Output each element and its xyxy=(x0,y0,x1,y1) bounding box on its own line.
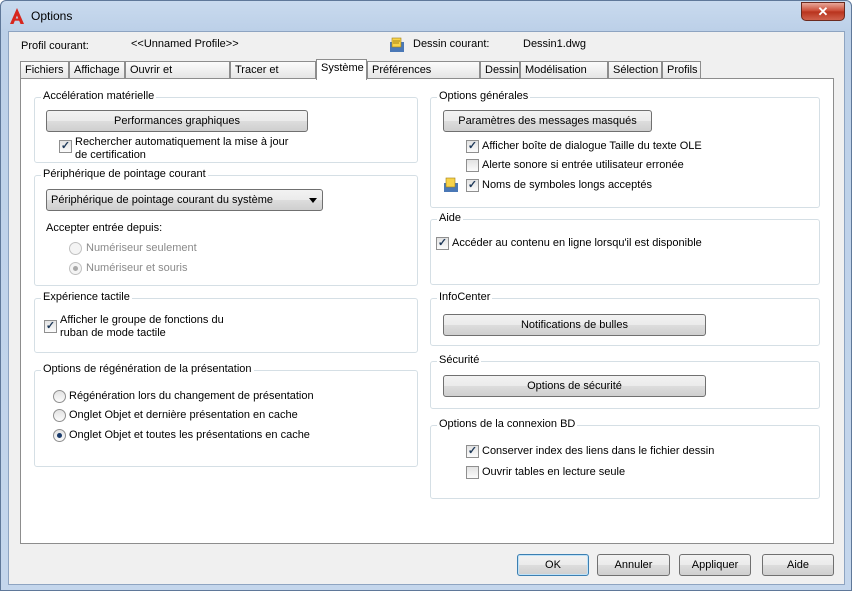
tab-fichiers[interactable]: Fichiers xyxy=(20,61,69,79)
digitizer-only-radio[interactable] xyxy=(69,242,82,255)
info-drawing-icon xyxy=(444,177,458,192)
apply-button[interactable]: Appliquer xyxy=(679,554,751,576)
checkbox-label: Afficher le groupe de fonctions du xyxy=(60,314,224,326)
cancel-button[interactable]: Annuler xyxy=(597,554,670,576)
checkbox-label: Accéder au contenu en ligne lorsqu'il es… xyxy=(452,237,702,249)
group-title: Expérience tactile xyxy=(41,291,132,303)
checkbox-label: Noms de symboles longs acceptés xyxy=(482,179,652,191)
radio-label: Numériseur et souris xyxy=(86,262,188,274)
tab-selection[interactable]: Sélection xyxy=(608,61,662,79)
group-title: Options de la connexion BD xyxy=(437,418,578,430)
checkbox-label-line2: de certification xyxy=(75,149,146,161)
title-bar: Options ✕ xyxy=(1,1,851,31)
radio-label: Onglet Objet et dernière présentation en… xyxy=(69,409,298,421)
help-button[interactable]: Aide xyxy=(762,554,834,576)
tab-preferences-utilisateur[interactable]: Préférences utilisateur xyxy=(367,61,480,92)
graphics-performance-button[interactable]: Performances graphiques xyxy=(46,110,308,132)
group-title: Options de régénération de la présentati… xyxy=(41,363,254,375)
tab-profils[interactable]: Profils xyxy=(662,61,701,79)
radio-label: Numériseur seulement xyxy=(86,242,197,254)
accept-input-label: Accepter entrée depuis: xyxy=(46,222,163,234)
group-title: Périphérique de pointage courant xyxy=(41,168,208,180)
tab-systeme[interactable]: Système xyxy=(316,59,367,80)
readonly-tables-checkbox[interactable] xyxy=(466,466,479,479)
tab-ouvrir-enregistrer[interactable]: Ouvrir et enregistrer xyxy=(125,61,230,92)
hidden-messages-settings-button[interactable]: Paramètres des messages masqués xyxy=(443,110,652,132)
group-title: Accélération matérielle xyxy=(41,90,157,102)
checkbox-label: Ouvrir tables en lecture seule xyxy=(482,466,626,478)
balloon-notifications-button[interactable]: Notifications de bulles xyxy=(443,314,706,336)
tab-tracer-publier[interactable]: Tracer et publier xyxy=(230,61,316,92)
autocad-icon xyxy=(10,8,24,24)
dialog-client: Profil courant: <<Unnamed Profile>> Dess… xyxy=(8,31,845,585)
group-title: Aide xyxy=(437,212,464,224)
profile-label: Profil courant: xyxy=(21,40,89,52)
cache-last-layout-radio[interactable] xyxy=(53,409,66,422)
auto-check-certification-checkbox[interactable]: ✓ xyxy=(59,140,72,153)
online-help-checkbox[interactable]: ✓ xyxy=(436,237,449,250)
hardware-acceleration-group: Accélération matérielle Performances gra… xyxy=(34,90,418,163)
window-title: Options xyxy=(31,9,73,23)
ole-text-size-checkbox[interactable]: ✓ xyxy=(466,140,479,153)
help-group: Aide ✓ Accéder au contenu en ligne lorsq… xyxy=(430,212,820,285)
checkbox-label: Rechercher automatiquement la mise à jou… xyxy=(75,136,289,148)
close-button[interactable]: ✕ xyxy=(801,2,845,21)
checkbox-label: Conserver index des liens dans le fichie… xyxy=(482,445,715,457)
drawing-file-icon xyxy=(390,37,404,52)
tab-affichage[interactable]: Affichage xyxy=(69,61,125,79)
drawing-label: Dessin courant: xyxy=(413,38,490,50)
long-symbol-names-checkbox[interactable]: ✓ xyxy=(466,179,479,192)
tab-dessin[interactable]: Dessin xyxy=(480,61,520,79)
ok-button[interactable]: OK xyxy=(517,554,589,576)
touch-experience-group: Expérience tactile ✓ Afficher le groupe … xyxy=(34,291,418,353)
regen-on-switch-radio[interactable] xyxy=(53,390,66,403)
pointing-device-select[interactable]: Périphérique de pointage courant du syst… xyxy=(46,189,323,211)
checkbox-label-line2: ruban de mode tactile xyxy=(60,327,166,339)
beep-on-error-checkbox[interactable] xyxy=(466,159,479,172)
infocenter-group: InfoCenter Notifications de bulles xyxy=(430,291,820,346)
system-tab-panel: Accélération matérielle Performances gra… xyxy=(20,78,834,544)
profile-value: <<Unnamed Profile>> xyxy=(131,38,239,50)
touch-ribbon-checkbox[interactable]: ✓ xyxy=(44,320,57,333)
keep-link-index-checkbox[interactable]: ✓ xyxy=(466,445,479,458)
pointing-device-group: Périphérique de pointage courant Périphé… xyxy=(34,168,418,286)
radio-label: Onglet Objet et toutes les présentations… xyxy=(69,429,310,441)
security-group: Sécurité Options de sécurité xyxy=(430,354,820,409)
drawing-value: Dessin1.dwg xyxy=(523,38,586,50)
radio-label: Régénération lors du changement de prése… xyxy=(69,390,314,402)
selected-value: Périphérique de pointage courant du syst… xyxy=(51,194,273,206)
checkbox-label: Alerte sonore si entrée utilisateur erro… xyxy=(482,159,684,171)
db-connection-group: Options de la connexion BD ✓ Conserver i… xyxy=(430,418,820,499)
checkbox-label: Afficher boîte de dialogue Taille du tex… xyxy=(482,140,702,152)
group-title: Options générales xyxy=(437,90,531,102)
security-options-button[interactable]: Options de sécurité xyxy=(443,375,706,397)
group-title: InfoCenter xyxy=(437,291,493,303)
layout-regen-group: Options de régénération de la présentati… xyxy=(34,363,418,467)
cache-all-layouts-radio[interactable] xyxy=(53,429,66,442)
chevron-down-icon xyxy=(309,198,317,203)
group-title: Sécurité xyxy=(437,354,482,366)
options-dialog: Options ✕ Profil courant: <<Unnamed Prof… xyxy=(0,0,852,591)
general-options-group: Options générales Paramètres des message… xyxy=(430,90,820,208)
tab-modelisation-3d[interactable]: Modélisation 3D xyxy=(520,61,608,92)
digitizer-and-mouse-radio[interactable] xyxy=(69,262,82,275)
close-icon: ✕ xyxy=(817,4,829,19)
